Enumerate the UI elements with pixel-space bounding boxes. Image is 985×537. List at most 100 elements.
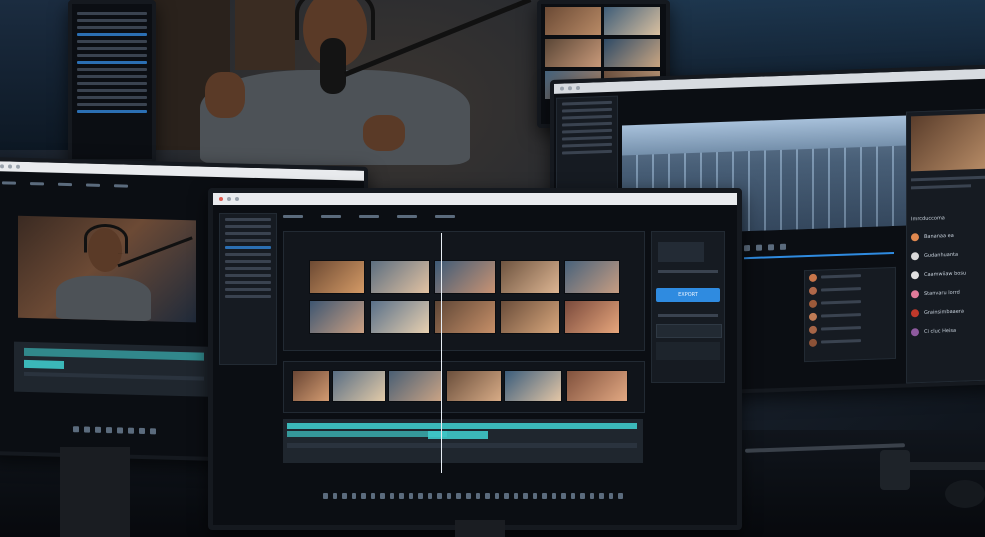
podcaster-preview[interactable] bbox=[18, 215, 196, 323]
toolbar-item[interactable] bbox=[359, 215, 379, 218]
video-thumbnail[interactable] bbox=[603, 38, 661, 68]
app-icon[interactable] bbox=[465, 493, 471, 499]
app-icon[interactable] bbox=[608, 493, 614, 499]
timeline-clip[interactable] bbox=[287, 423, 637, 429]
video-thumbnail[interactable] bbox=[434, 260, 496, 294]
menu-item[interactable] bbox=[114, 184, 128, 188]
video-thumbnail[interactable] bbox=[388, 370, 442, 402]
prev-icon[interactable] bbox=[744, 245, 750, 252]
app-icon[interactable] bbox=[513, 493, 519, 499]
video-thumbnail[interactable] bbox=[292, 370, 330, 402]
app-icon[interactable] bbox=[618, 493, 623, 499]
app-icon[interactable] bbox=[494, 493, 500, 499]
video-thumbnail[interactable] bbox=[370, 300, 430, 334]
chat-row[interactable]: Caamwiiaw bosu bbox=[911, 263, 985, 285]
avatar bbox=[809, 286, 817, 295]
app-icon[interactable] bbox=[446, 493, 452, 499]
timeline-clip[interactable] bbox=[428, 431, 488, 439]
timeline-clip[interactable] bbox=[24, 359, 64, 369]
video-thumbnail[interactable] bbox=[544, 6, 602, 36]
app-icon[interactable] bbox=[589, 493, 595, 499]
video-thumbnail[interactable] bbox=[446, 370, 502, 402]
app-icon[interactable] bbox=[532, 493, 538, 499]
audio-track[interactable] bbox=[24, 371, 204, 381]
app-icon[interactable] bbox=[599, 493, 604, 499]
ui-line bbox=[658, 270, 718, 273]
video-thumbnail[interactable] bbox=[603, 6, 661, 36]
chat-list: Bananaa ea Gudanhuanta Caamwiiaw bosu Stanv… bbox=[911, 225, 985, 342]
play-icon[interactable] bbox=[756, 244, 762, 251]
video-thumbnail[interactable] bbox=[564, 260, 620, 294]
video-thumbnail[interactable] bbox=[504, 370, 562, 402]
menu-item[interactable] bbox=[2, 181, 16, 185]
app-icon[interactable] bbox=[418, 493, 423, 499]
dropdown-select[interactable] bbox=[656, 324, 722, 338]
video-thumbnail[interactable] bbox=[566, 370, 628, 402]
video-thumbnail[interactable] bbox=[500, 300, 560, 334]
app-icon[interactable] bbox=[437, 493, 442, 499]
chat-message: Grainsimbaaera bbox=[924, 308, 964, 316]
scrub-bar[interactable] bbox=[744, 251, 894, 260]
chat-row[interactable]: Gudanhuanta bbox=[911, 244, 985, 266]
video-thumbnail[interactable] bbox=[332, 370, 386, 402]
video-thumbnail[interactable] bbox=[544, 38, 602, 68]
chat-row[interactable]: Grainsimbaaera bbox=[911, 301, 985, 323]
ui-line bbox=[911, 184, 971, 190]
video-thumbnail[interactable] bbox=[564, 300, 620, 334]
next-icon[interactable] bbox=[768, 244, 774, 251]
toolbar-item[interactable] bbox=[283, 215, 303, 218]
video-thumbnail[interactable] bbox=[309, 300, 365, 334]
participants-panel bbox=[804, 266, 896, 363]
search-icon[interactable] bbox=[332, 493, 338, 499]
app-icon[interactable] bbox=[475, 493, 481, 499]
settings-icon[interactable] bbox=[399, 493, 404, 499]
menu-item[interactable] bbox=[58, 182, 72, 187]
start-icon[interactable] bbox=[323, 493, 328, 499]
toolbar-item[interactable] bbox=[435, 215, 455, 218]
app-icon[interactable] bbox=[427, 493, 433, 499]
drone-camera bbox=[945, 480, 985, 508]
app-icon[interactable] bbox=[408, 493, 414, 499]
mail-icon[interactable] bbox=[361, 493, 366, 499]
chat-row[interactable]: Ci cluc Heisa bbox=[911, 320, 985, 342]
video-thumbnail[interactable] bbox=[370, 260, 430, 294]
media-icon[interactable] bbox=[389, 493, 395, 499]
main-timeline[interactable] bbox=[283, 419, 643, 463]
avatar bbox=[809, 338, 817, 347]
app-icon[interactable] bbox=[542, 493, 547, 499]
app-icon[interactable] bbox=[580, 493, 585, 499]
video-thumbnail[interactable] bbox=[500, 260, 560, 294]
app-icon[interactable] bbox=[561, 493, 566, 499]
ui-line bbox=[658, 314, 718, 317]
chat-message: Stanvaru lorrd bbox=[924, 289, 960, 297]
timeline-clip[interactable] bbox=[24, 347, 204, 361]
app-icon[interactable] bbox=[456, 493, 461, 499]
chat-row[interactable]: Bananaa ea bbox=[911, 225, 985, 247]
chat-row[interactable]: Stanvaru lorrd bbox=[911, 282, 985, 304]
folder-icon[interactable] bbox=[342, 493, 347, 499]
export-button[interactable]: EXPORT bbox=[656, 288, 720, 302]
headphones-icon bbox=[295, 0, 375, 40]
browser-icon[interactable] bbox=[351, 493, 357, 499]
video-thumbnail[interactable] bbox=[309, 260, 365, 294]
app-icon[interactable] bbox=[504, 493, 509, 499]
loop-icon[interactable] bbox=[780, 243, 786, 250]
editor-toolbar bbox=[283, 215, 633, 225]
video-thumbnail[interactable] bbox=[434, 300, 496, 334]
store-icon[interactable] bbox=[370, 493, 376, 499]
toolbar-item[interactable] bbox=[321, 215, 341, 218]
menu-item[interactable] bbox=[86, 183, 100, 187]
toolbar-item[interactable] bbox=[397, 215, 417, 218]
chat-message: Ci cluc Heisa bbox=[924, 327, 957, 335]
menu-item[interactable] bbox=[30, 182, 44, 186]
audio-track[interactable] bbox=[287, 443, 637, 448]
transport-controls[interactable] bbox=[744, 241, 864, 252]
edit-icon[interactable] bbox=[380, 493, 385, 499]
timeline-clip[interactable] bbox=[287, 431, 447, 437]
playhead[interactable] bbox=[441, 233, 442, 473]
app-icon[interactable] bbox=[551, 493, 557, 499]
app-icon[interactable] bbox=[570, 493, 576, 499]
app-icon[interactable] bbox=[485, 493, 490, 499]
left-timeline[interactable] bbox=[14, 341, 214, 397]
app-icon[interactable] bbox=[523, 493, 528, 499]
